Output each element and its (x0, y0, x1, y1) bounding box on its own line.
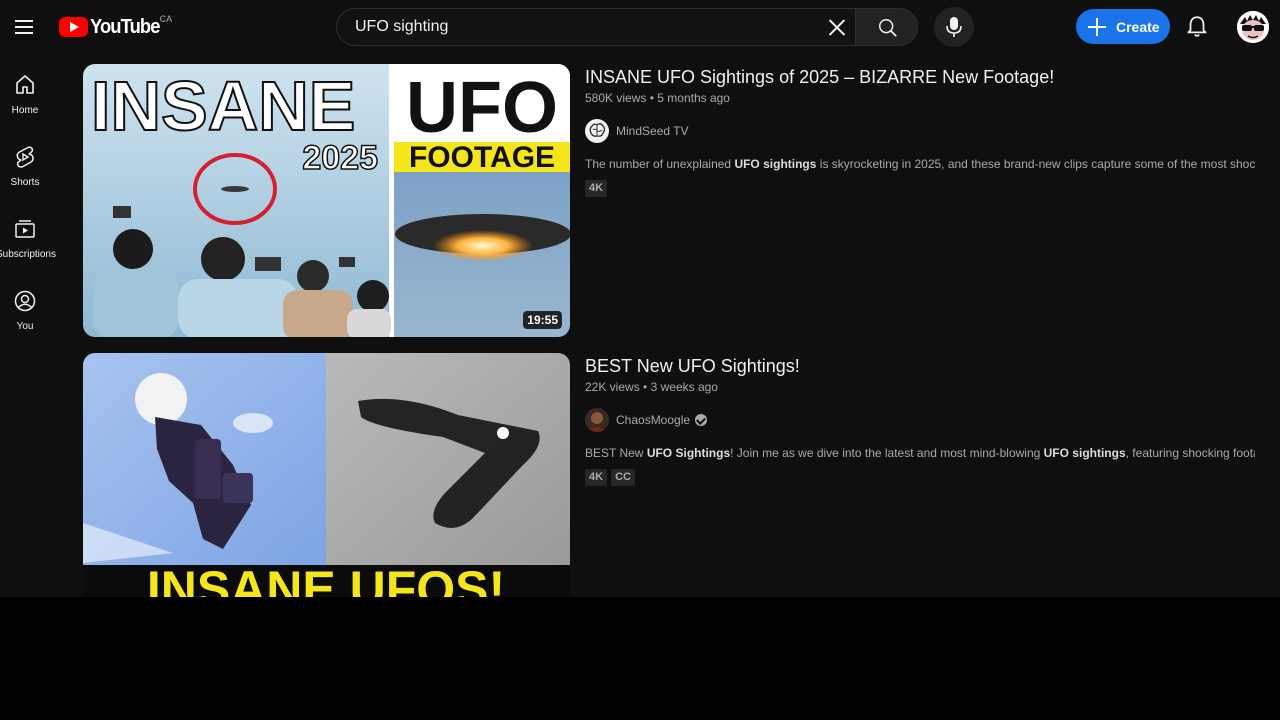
description-text: is skyrocketing in 2025, and these brand… (816, 157, 1255, 171)
upload-age: 3 weeks ago (650, 380, 718, 394)
description-text: ! Join me as we dive into the latest and… (730, 446, 1044, 460)
sidebar-item-subscriptions[interactable]: Subscriptions (0, 200, 64, 272)
thumb-text-year: 2025 (302, 139, 378, 177)
black-bottom-area (0, 597, 1280, 720)
view-count: 22K views (585, 380, 640, 394)
notifications-button[interactable] (1184, 14, 1210, 40)
sidebar-item-home[interactable]: Home (0, 56, 64, 128)
channel-link[interactable]: ChaosMoogle (585, 408, 708, 432)
video-thumbnail[interactable]: INSANE 2025 UFO FOOTAGE 19:55 (83, 64, 570, 337)
channel-link[interactable]: MindSeed TV (585, 119, 689, 143)
verified-badge-icon (695, 414, 708, 426)
badge-row: 4K CC (585, 469, 639, 486)
thumb-text-insane-ufos: INSANE UFOS! (147, 561, 505, 597)
sidebar-label-subscriptions: Subscriptions (0, 249, 56, 260)
top-header: YouTube CA Create (0, 0, 1280, 54)
video-description: The number of unexplained UFO sightings … (585, 157, 1255, 171)
subscriptions-icon (15, 220, 35, 238)
description-text: BEST New (585, 446, 647, 460)
clear-search-icon[interactable] (827, 17, 847, 37)
thumb-text-ufo: UFO (406, 68, 558, 148)
description-keyword: UFO Sightings (646, 446, 731, 460)
shorts-icon (16, 146, 34, 168)
description-text: , featuring shocking footage ... (1125, 446, 1255, 460)
video-stats: 580K views • 5 months ago (585, 91, 730, 105)
create-button[interactable]: Create (1076, 9, 1170, 44)
sidebar-label-home: Home (11, 105, 39, 116)
region-code: CA (159, 14, 173, 24)
channel-avatar[interactable] (585, 119, 609, 143)
description-text: The number of unexplained (585, 157, 735, 171)
youtube-app: YouTube CA Create (0, 0, 1280, 597)
description-keyword: UFO sightings (1043, 446, 1126, 460)
sidebar-item-shorts[interactable]: Shorts (0, 128, 64, 200)
youtube-play-icon (59, 17, 88, 37)
brain-icon (585, 119, 609, 143)
thumbnail-image: INSANE UFOS! (83, 353, 570, 597)
you-icon (14, 290, 36, 312)
thumb-text-insane: INSANE (91, 67, 355, 145)
sidebar-label-shorts: Shorts (10, 177, 40, 188)
thumbnail-image: INSANE 2025 UFO FOOTAGE (83, 64, 570, 337)
channel-avatar[interactable] (585, 408, 609, 432)
search-bar (336, 8, 856, 46)
badge-cc: CC (611, 469, 635, 486)
channel-name[interactable]: ChaosMoogle (616, 413, 690, 427)
video-stats: 22K views • 3 weeks ago (585, 380, 718, 394)
sidebar-label-you: You (16, 321, 34, 332)
plus-icon (1087, 17, 1107, 37)
bell-icon (1187, 16, 1207, 37)
video-description: BEST New UFO Sightings! Join me as we di… (585, 446, 1255, 460)
thumb-text-footage: FOOTAGE (409, 141, 555, 174)
view-count: 580K views (585, 91, 647, 105)
avatar-icon (1237, 11, 1269, 43)
channel-avatar-image (585, 408, 609, 432)
microphone-icon (946, 17, 962, 37)
menu-icon[interactable] (8, 11, 40, 43)
description-keyword: UFO sightings (734, 157, 817, 171)
logo-text: YouTube (90, 16, 160, 38)
badge-row: 4K (585, 180, 611, 197)
account-avatar[interactable] (1237, 11, 1269, 43)
channel-name[interactable]: MindSeed TV (616, 124, 689, 138)
search-icon (879, 19, 897, 37)
create-label: Create (1116, 18, 1160, 35)
voice-search-button[interactable] (934, 7, 974, 47)
youtube-logo[interactable]: YouTube CA (59, 14, 172, 40)
upload-age: 5 months ago (657, 91, 730, 105)
home-icon (16, 75, 34, 94)
video-title[interactable]: INSANE UFO Sightings of 2025 – BIZARRE N… (585, 67, 1054, 88)
duration-badge: 19:55 (523, 311, 562, 329)
video-title[interactable]: BEST New UFO Sightings! (585, 356, 800, 377)
video-result: INSANE UFOS! BEST New UFO Sightings! 22K… (83, 353, 1273, 597)
video-result: INSANE 2025 UFO FOOTAGE 19:55 INSANE UFO… (83, 64, 1273, 339)
badge-4k: 4K (585, 469, 608, 486)
dot-separator: • (643, 380, 651, 394)
video-thumbnail[interactable]: INSANE UFOS! (83, 353, 570, 597)
search-button[interactable] (855, 8, 918, 46)
search-input[interactable] (355, 9, 815, 45)
badge-4k: 4K (585, 180, 608, 197)
sidebar-item-you[interactable]: You (0, 272, 64, 344)
